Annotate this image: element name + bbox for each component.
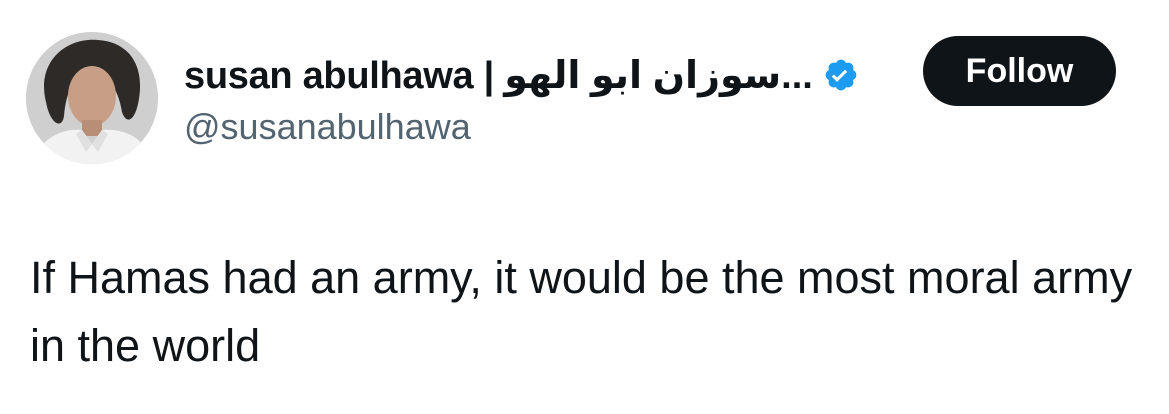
author-display-name[interactable]: susan abulhawa | سوزان ابو الهو... bbox=[184, 53, 813, 98]
profile-photo bbox=[26, 32, 158, 164]
verified-badge-icon[interactable] bbox=[823, 57, 859, 93]
avatar[interactable] bbox=[26, 32, 158, 164]
author-name-row: susan abulhawa | سوزان ابو الهو... bbox=[184, 50, 859, 100]
tweet-text: If Hamas had an army, it would be the mo… bbox=[30, 252, 1133, 371]
author-handle[interactable]: @susanabulhawa bbox=[184, 106, 471, 148]
follow-button[interactable]: Follow bbox=[923, 36, 1116, 106]
